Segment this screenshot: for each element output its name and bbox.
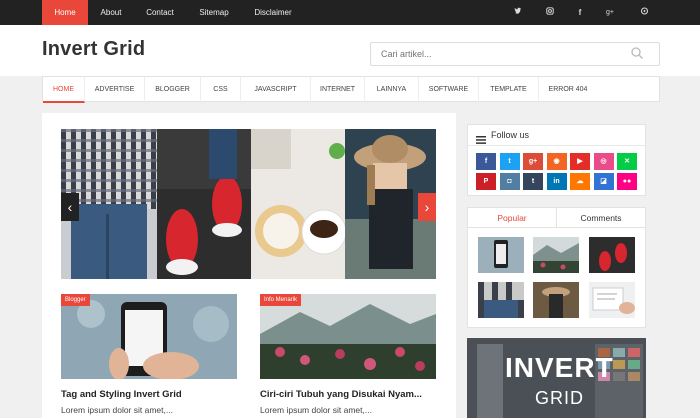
post-thumbnail[interactable] [61, 294, 237, 379]
rss-icon[interactable]: ◉ [546, 153, 567, 170]
menu-icon [476, 131, 486, 144]
instagram-icon[interactable]: ◘ [499, 173, 520, 190]
top-nav-sitemap[interactable]: Sitemap [190, 0, 238, 25]
tab-popular[interactable]: Popular [468, 208, 556, 228]
top-nav-home[interactable]: Home [42, 0, 88, 25]
ad-title: INVERT [505, 352, 614, 383]
site-logo[interactable]: Invert Grid [42, 38, 145, 61]
popular-thumb[interactable] [478, 282, 524, 318]
ad-subtitle: GRID [535, 388, 584, 408]
popular-thumb[interactable] [533, 282, 579, 318]
youtube-icon[interactable]: ▶ [570, 153, 590, 170]
facebook-icon[interactable]: f [573, 0, 587, 25]
facebook-icon[interactable]: f [476, 153, 496, 170]
delicious-icon[interactable]: ◪ [593, 173, 614, 190]
nav-item-internet[interactable]: INTERNET [311, 77, 365, 103]
instagram-icon[interactable] [543, 0, 557, 25]
nav-item-software[interactable]: SOFTWARE [419, 77, 479, 103]
slider-prev-button[interactable]: ‹ [61, 193, 79, 221]
nav-item-template[interactable]: TEMPLATE [479, 77, 539, 103]
slider-image-sneakers[interactable] [157, 129, 251, 279]
post-title[interactable]: Tag and Styling Invert Grid [61, 389, 182, 400]
deviantart-icon[interactable]: ✕ [617, 153, 637, 170]
post-excerpt: Lorem ipsum dolor sit amet,... [260, 405, 372, 415]
post-excerpt: Lorem ipsum dolor sit amet,... [61, 405, 173, 415]
popular-thumb[interactable] [533, 237, 579, 273]
nav-item-home[interactable]: HOME [43, 77, 85, 103]
popular-thumb[interactable] [478, 237, 524, 273]
top-nav-contact[interactable]: Contact [136, 0, 184, 25]
top-nav-about[interactable]: About [88, 0, 134, 25]
post-category-label[interactable]: Info Menarik [260, 294, 302, 306]
search-input[interactable] [370, 42, 660, 66]
nav-item-javascript[interactable]: JAVASCRIPT [241, 77, 311, 103]
pinterest-icon[interactable]: P [476, 173, 496, 190]
popular-thumb[interactable] [589, 237, 635, 273]
slider-image-coffee[interactable] [251, 129, 345, 279]
google-plus-icon[interactable]: g+ [603, 0, 617, 25]
nav-item-lainnya[interactable]: LAINNYA [365, 77, 419, 103]
post-title[interactable]: Ciri-ciri Tubuh yang Disukai Nyam... [260, 389, 422, 400]
google-plus-icon[interactable]: g+ [523, 153, 543, 170]
post-thumbnail[interactable] [260, 294, 436, 379]
slider-next-button[interactable]: › [418, 193, 436, 221]
twitter-icon[interactable] [511, 0, 525, 25]
post-category-label[interactable]: Blogger [61, 294, 90, 306]
nav-item-error-404[interactable]: ERROR 404 [539, 77, 597, 103]
soundcloud-icon[interactable]: ☁ [570, 173, 590, 190]
nav-item-advertise[interactable]: ADVERTISE [85, 77, 145, 103]
linkedin-icon[interactable]: in [546, 173, 567, 190]
nav-item-css[interactable]: CSS [201, 77, 241, 103]
flickr-icon[interactable] [637, 0, 651, 25]
follow-us-title: Follow us [491, 130, 530, 140]
twitter-icon[interactable]: t [499, 153, 520, 170]
tab-comments[interactable]: Comments [556, 208, 645, 228]
nav-item-blogger[interactable]: BLOGGER [145, 77, 201, 103]
dribbble-icon[interactable]: ◎ [593, 153, 614, 170]
divider [468, 145, 645, 146]
top-nav-disclaimer[interactable]: Disclaimer [244, 0, 302, 25]
popular-thumb[interactable] [589, 282, 635, 318]
tumblr-icon[interactable]: t [523, 173, 543, 190]
search-icon[interactable] [630, 46, 644, 60]
flickr-icon[interactable]: ●● [617, 173, 637, 190]
